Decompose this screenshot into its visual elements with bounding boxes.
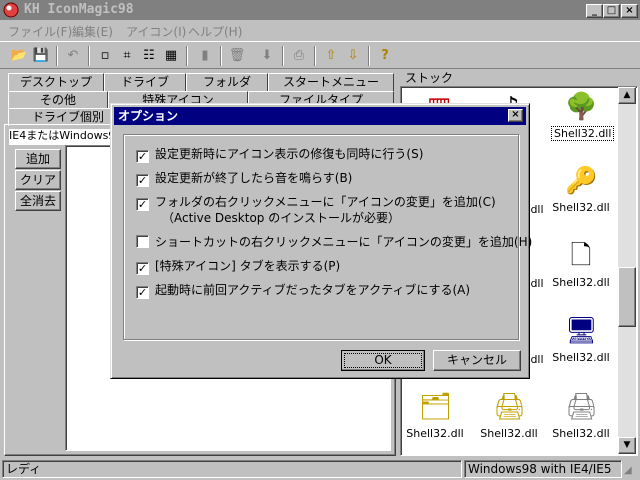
help-icon[interactable]: ? (374, 46, 396, 66)
stock-item-label: Shell32.dll (480, 427, 538, 440)
checkbox-repair-icons[interactable]: ✓ (136, 150, 149, 163)
move-up-folder-icon[interactable]: ⇧ (320, 46, 342, 66)
toolbar-separator (368, 46, 370, 66)
dialog-title: オプション (118, 109, 179, 123)
menu-edit[interactable]: 編集(E) (72, 23, 113, 40)
toolbar-separator (88, 46, 90, 66)
toolbar-separator (314, 46, 316, 66)
option-folder-note: （Active Desktop のインストールが必要） (162, 211, 400, 225)
clear-button[interactable]: クリア (15, 170, 61, 190)
options-group: ✓ 設定更新時にアイコン表示の修復も同時に行う(S) ✓ 設定更新が終了したら音を鳴… (123, 134, 532, 340)
toolbar-separator (56, 46, 58, 66)
checkbox-folder-context-menu[interactable]: ✓ (136, 198, 149, 211)
move-down-folder-icon[interactable]: ⇩ (342, 46, 364, 66)
cancel-button[interactable]: キャンセル (433, 350, 521, 371)
add-button[interactable]: 追加 (15, 149, 61, 169)
checkbox-play-sound[interactable]: ✓ (136, 174, 149, 187)
stock-item-label: Shell32.dll (406, 427, 464, 440)
option-folder-context-menu[interactable]: ✓ フォルダの右クリックメニューに「アイコンの変更」を追加(C) (136, 195, 496, 211)
option-show-special-tab[interactable]: ✓ [特殊アイコン] タブを表示する(P) (136, 259, 340, 275)
toolbar-separator (220, 46, 222, 66)
stock-label: ストック (405, 71, 454, 85)
printer-folder-icon: 🖨 (493, 392, 527, 422)
details-view-icon[interactable]: ▦ (160, 46, 182, 66)
tree-icon: 🌳 (565, 92, 598, 122)
menu-help[interactable]: ヘルプ(H) (188, 23, 242, 40)
stock-item-label: Shell32.dll (551, 126, 615, 141)
close-button[interactable]: × (621, 4, 638, 18)
tab-folder[interactable]: フォルダ (186, 73, 268, 91)
printer-document-icon: 🖨 (565, 392, 599, 422)
tree-view-icon[interactable]: ⌗ (116, 46, 138, 66)
menu-icon[interactable]: アイコン(I) (126, 23, 186, 40)
properties-icon[interactable]: ▮ (194, 46, 216, 66)
undo-icon[interactable]: ↶ (62, 46, 84, 66)
save-disk-icon[interactable]: 💾 (30, 46, 52, 66)
computer-icon: 🖥 (565, 316, 599, 346)
stock-item-label: Shell32.dll (552, 427, 610, 440)
small-icons-view-icon[interactable]: ▫ (94, 46, 116, 66)
blank-document-icon: 🗋 (570, 241, 592, 271)
option-restore-last-tab[interactable]: ✓ 起動時に前回アクティブだったタブをアクティブにする(A) (136, 283, 470, 299)
toolbar-separator (186, 46, 188, 66)
maximize-button[interactable]: □ (603, 4, 620, 18)
stock-item[interactable]: 🌳 Shell32.dll (551, 91, 615, 141)
menu-file[interactable]: ファイル(F) (8, 23, 72, 40)
app-icon[interactable] (3, 2, 19, 18)
stock-item[interactable]: 🖨 Shell32.dll (551, 391, 611, 440)
control-panel-folder-icon: 🗂 (419, 392, 453, 422)
open-folder-icon[interactable]: 📂 (8, 46, 30, 66)
tab-other[interactable]: その他 (8, 91, 108, 109)
title-bar: KH IconMagic98 _ □ × (0, 0, 640, 20)
option-repair-icons[interactable]: ✓ 設定更新時にアイコン表示の修復も同時に行う(S) (136, 147, 423, 163)
stock-item[interactable]: 🖨 Shell32.dll (479, 391, 539, 440)
menu-bar: ファイル(F) 編集(E) アイコン(I) ヘルプ(H) (0, 20, 640, 40)
dialog-title-bar: オプション × (114, 107, 526, 125)
stock-scrollbar[interactable]: ▲ ▼ (618, 87, 636, 454)
trash-icon[interactable]: 🗑 (226, 46, 248, 66)
key-icon: 🔑 (565, 166, 598, 196)
list-view-icon[interactable]: ☷ (138, 46, 160, 66)
status-text: レディ (2, 460, 462, 478)
option-play-sound[interactable]: ✓ 設定更新が終了したら音を鳴らす(B) (136, 171, 352, 187)
resize-grip-icon[interactable]: ◢ (624, 464, 638, 478)
toolbar: 📂 💾 ↶ ▫ ⌗ ☷ ▦ ▮ 🗑 ⬇ ⎙ ⇧ ⇩ ? (0, 41, 640, 69)
toolbar-separator (282, 46, 284, 66)
tab-desktop[interactable]: デスクトップ (8, 73, 104, 91)
options-dialog: オプション × ✓ 設定更新時にアイコン表示の修復も同時に行う(S) ✓ 設定更新が… (110, 103, 532, 379)
status-os: Windows98 with IE4/IE5 (464, 460, 622, 478)
ok-button[interactable]: OK (341, 350, 425, 371)
scroll-up-arrow-icon[interactable]: ▲ (618, 87, 636, 104)
tab-drive[interactable]: ドライブ (104, 73, 186, 91)
clear-all-button[interactable]: 全消去 (15, 191, 61, 211)
status-bar: レディ Windows98 with IE4/IE5 ◢ (0, 458, 640, 480)
window-title: KH IconMagic98 (24, 2, 134, 17)
minimize-button[interactable]: _ (586, 4, 603, 18)
option-shortcut-context-menu[interactable]: ショートカットの右クリックメニューに「アイコンの変更」を追加(H) (136, 235, 532, 249)
print-icon[interactable]: ⎙ (288, 46, 310, 66)
dialog-close-button[interactable]: × (508, 109, 523, 122)
checkbox-shortcut-context-menu[interactable] (136, 235, 149, 248)
checkbox-show-special-tab[interactable]: ✓ (136, 262, 149, 275)
extract-icon[interactable]: ⬇ (256, 46, 278, 66)
scroll-down-arrow-icon[interactable]: ▼ (618, 437, 636, 454)
tab-start-menu[interactable]: スタートメニュー (268, 73, 394, 91)
stock-item[interactable]: 🗂 Shell32.dll (405, 391, 465, 440)
checkbox-restore-last-tab[interactable]: ✓ (136, 286, 149, 299)
scroll-thumb[interactable] (618, 267, 636, 327)
